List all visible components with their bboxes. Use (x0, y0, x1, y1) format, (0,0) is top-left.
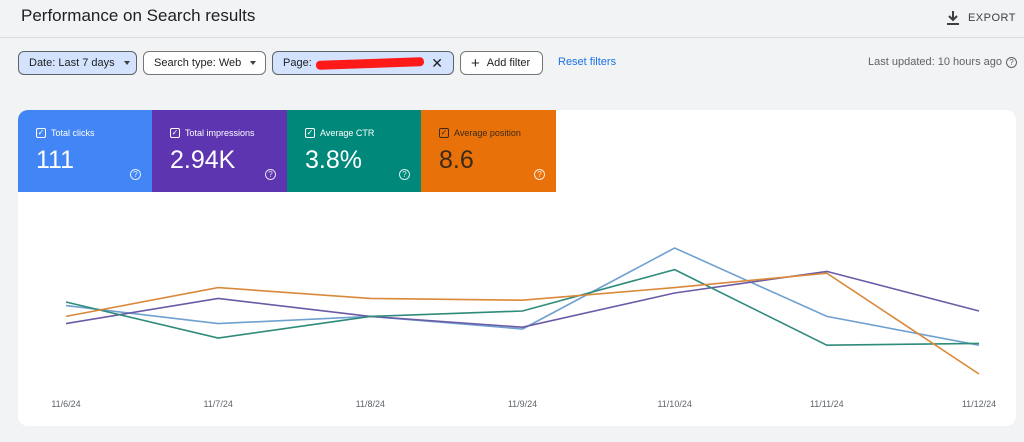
metric-label: Total clicks (51, 128, 95, 138)
export-label: EXPORT (967, 12, 1016, 24)
metric-label: Total impressions (185, 128, 255, 138)
metric-tile-impressions[interactable]: ✓ Total impressions 2.94K ? (152, 110, 287, 192)
help-icon[interactable]: ? (399, 169, 410, 180)
series-line-total-clicks (65, 247, 980, 346)
download-icon (946, 11, 959, 25)
redaction-mark (315, 56, 424, 70)
metric-value: 3.8% (305, 146, 362, 174)
add-filter-button[interactable]: + Add filter (460, 51, 543, 75)
metric-label-row: ✓ Total clicks (36, 128, 95, 138)
metric-value: 111 (36, 146, 75, 174)
header: Performance on Search results EXPORT (0, 0, 1024, 38)
page-title: Performance on Search results (21, 6, 256, 25)
metric-tile-ctr[interactable]: ✓ Average CTR 3.8% ? (287, 110, 421, 192)
x-tick-label: 11/8/24 (356, 399, 385, 409)
x-tick-label: 11/7/24 (203, 399, 232, 409)
reset-filters-link[interactable]: Reset filters (558, 56, 616, 68)
performance-card: ✓ Total clicks 111 ? ✓ Total impressions… (18, 110, 1016, 426)
checkbox-checked-icon[interactable]: ✓ (305, 128, 315, 138)
metric-value: 8.6 (439, 146, 474, 174)
close-icon[interactable]: ✕ (431, 56, 443, 70)
last-updated-text: Last updated: 10 hours ago (868, 56, 1002, 68)
search-type-label: Search type: Web (154, 57, 242, 69)
add-filter-label: Add filter (486, 57, 531, 69)
metric-value: 2.94K (170, 146, 236, 174)
series-line-average-position (65, 272, 980, 375)
chevron-down-icon (250, 61, 257, 65)
export-button[interactable]: EXPORT (946, 6, 1016, 30)
checkbox-checked-icon[interactable]: ✓ (36, 128, 46, 138)
metric-label: Average CTR (320, 128, 375, 138)
x-tick-label: 11/12/24 (962, 399, 996, 409)
plus-icon: + (471, 54, 480, 72)
help-icon[interactable]: ? (1006, 56, 1017, 68)
help-icon[interactable]: ? (130, 169, 141, 180)
help-icon[interactable]: ? (534, 169, 545, 180)
x-tick-label: 11/11/24 (810, 399, 844, 409)
x-tick-label: 11/9/24 (508, 399, 537, 409)
performance-line-chart: 11/6/24 11/7/24 11/8/24 11/9/24 11/10/24 11/1… (51, 247, 996, 409)
metric-label: Average position (454, 128, 521, 138)
help-icon[interactable]: ? (265, 169, 276, 180)
chevron-down-icon (123, 61, 130, 65)
date-filter-chip[interactable]: Date: Last 7 days (18, 51, 137, 75)
metric-label-row: ✓ Average position (439, 128, 521, 138)
date-filter-label: Date: Last 7 days (29, 57, 115, 69)
metric-label-row: ✓ Average CTR (305, 128, 374, 138)
last-updated: Last updated: 10 hours ago ? (868, 56, 1017, 68)
x-tick-label: 11/6/24 (51, 399, 80, 409)
page-filter-label: Page: (283, 57, 312, 69)
checkbox-checked-icon[interactable]: ✓ (439, 128, 449, 138)
search-type-chip[interactable]: Search type: Web (143, 51, 266, 75)
x-tick-label: 11/10/24 (657, 399, 691, 409)
metric-tile-position[interactable]: ✓ Average position 8.6 ? (421, 110, 556, 192)
metric-label-row: ✓ Total impressions (170, 128, 255, 138)
page-filter-chip[interactable]: Page: ✕ (272, 51, 454, 75)
series-line-average-ctr (65, 268, 980, 347)
checkbox-checked-icon[interactable]: ✓ (170, 128, 180, 138)
metric-tile-clicks[interactable]: ✓ Total clicks 111 ? (18, 110, 152, 192)
